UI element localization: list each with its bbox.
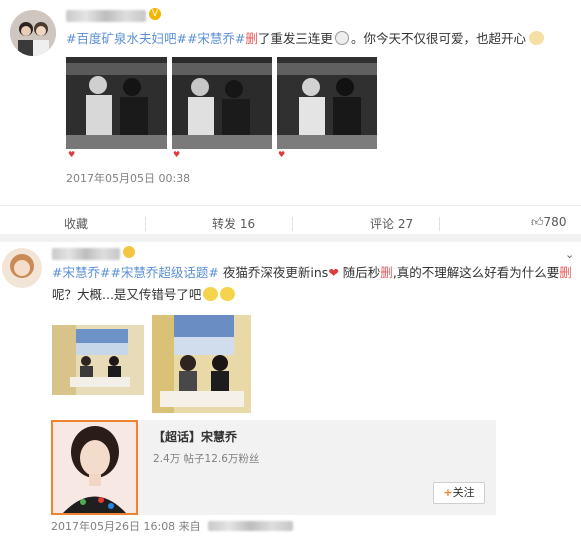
laughing-crying-emoji-icon — [220, 287, 236, 301]
post-photo[interactable] — [277, 57, 377, 149]
deleted-word: 删 — [380, 265, 393, 280]
laughing-crying-emoji-icon — [203, 287, 219, 301]
weibo-post-1: V #百度矿泉水夫妇吧##宋慧乔#删了重发三连更。你今天不仅很可爱，也超开心 — [0, 0, 581, 205]
post-photo[interactable] — [172, 57, 272, 149]
avatar[interactable] — [2, 248, 42, 288]
topic-stats: 2.4万 帖子12.6万粉丝 — [153, 453, 260, 465]
post-photo[interactable] — [52, 325, 144, 395]
deleted-word: 删 — [245, 31, 258, 46]
avatar[interactable] — [10, 10, 56, 56]
repost-button[interactable]: 转发 16 — [212, 215, 255, 232]
plus-icon: + — [443, 486, 453, 499]
shocked-emoji-icon — [334, 31, 349, 45]
weibo-post-2: ⌄ #宋慧乔##宋慧乔超级话题# 夜猫乔深夜更新ins❤ 随后秒删,真的不理解这… — [0, 242, 581, 542]
divider — [439, 217, 440, 231]
post-photo[interactable] — [66, 57, 167, 149]
verified-badge-icon: V — [149, 8, 161, 20]
deleted-word: 删 — [559, 265, 572, 280]
action-bar: 收藏 转发 16 评论 27 👍︎780 — [0, 205, 581, 242]
username-blurred[interactable] — [66, 10, 146, 22]
super-topic-card[interactable]: 【超话】宋慧乔 2.4万 帖子12.6万粉丝 +关注 — [51, 420, 496, 515]
chevron-down-icon[interactable]: ⌄ — [565, 248, 574, 261]
mini-like-icon: ♥ — [68, 150, 76, 159]
mini-like-icon: ♥ — [278, 150, 286, 159]
heart-icon: ❤ — [328, 265, 339, 280]
topic-cover-image[interactable] — [51, 420, 138, 515]
topic-link[interactable]: #宋慧乔超级话题# — [110, 265, 218, 280]
post-text: #宋慧乔##宋慧乔超级话题# 夜猫乔深夜更新ins❤ 随后秒删,真的不理解这么好… — [52, 265, 572, 280]
like-button[interactable]: 👍︎780 — [531, 215, 566, 230]
crown-emoji-icon — [123, 246, 135, 258]
thumbs-up-icon: 👍︎ — [531, 215, 544, 229]
topic-title[interactable]: 【超话】宋慧乔 — [153, 428, 237, 445]
username-blurred[interactable] — [52, 248, 120, 260]
topic-link[interactable]: #宋慧乔# — [187, 31, 245, 46]
feed: V #百度矿泉水夫妇吧##宋慧乔#删了重发三连更。你今天不仅很可爱，也超开心 — [0, 0, 581, 542]
collect-button[interactable]: 收藏 — [64, 215, 88, 232]
divider — [145, 217, 146, 231]
like-count: 780 — [543, 215, 567, 229]
topic-link[interactable]: #百度矿泉水夫妇吧# — [66, 31, 187, 46]
source-blurred — [208, 521, 294, 531]
topic-link[interactable]: #宋慧乔# — [52, 265, 110, 280]
cute-emoji-icon — [528, 31, 544, 45]
post-photo[interactable] — [152, 315, 251, 413]
post-text-line2: 呢？大概...是又传错号了吧 — [52, 285, 236, 305]
divider — [292, 217, 293, 231]
post-timestamp: 2017年05月26日 16:08 来自 — [51, 518, 294, 534]
comment-button[interactable]: 评论 27 — [370, 215, 413, 232]
post-text: #百度矿泉水夫妇吧##宋慧乔#删了重发三连更 。你今天不仅很可爱，也超开心 — [66, 29, 544, 49]
post-timestamp[interactable]: 2017年05月05日 00:38 — [66, 170, 190, 186]
mini-like-icon: ♥ — [173, 150, 181, 159]
follow-button[interactable]: +关注 — [433, 482, 485, 504]
